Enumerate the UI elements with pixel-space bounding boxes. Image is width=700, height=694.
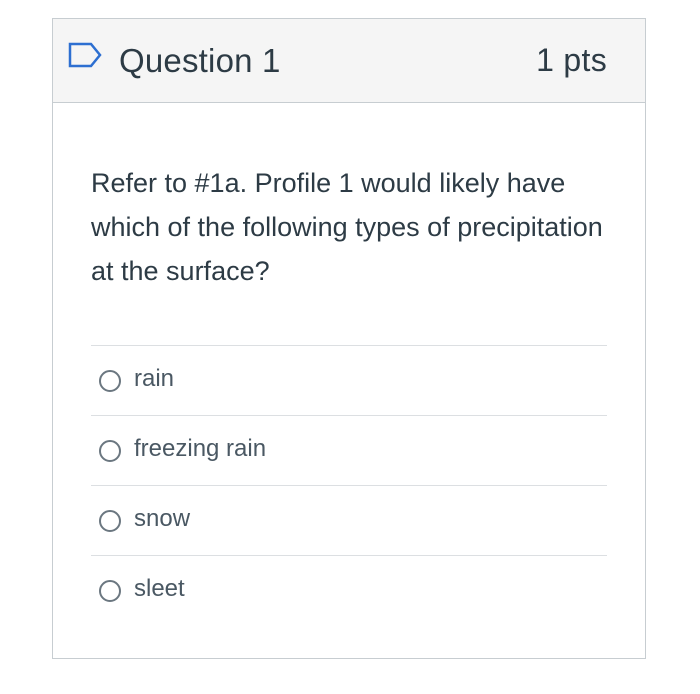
answer-list: rain freezing rain snow sleet [91,345,607,626]
answer-option-snow[interactable]: snow [91,486,607,556]
radio-button[interactable] [99,580,121,602]
answer-option-rain[interactable]: rain [91,346,607,416]
question-points: 1 pts [536,42,607,78]
question-card: Question 1 1 pts Refer to #1a. Profile 1… [52,18,646,659]
answer-label[interactable]: freezing rain [134,435,266,463]
answer-option-freezing-rain[interactable]: freezing rain [91,416,607,486]
radio-button[interactable] [99,369,121,392]
radio-button[interactable] [99,509,121,532]
question-header: Question 1 1 pts [53,19,645,103]
answer-label[interactable]: sleet [134,575,185,603]
answer-label[interactable]: rain [134,365,174,393]
answer-label[interactable]: snow [134,505,190,533]
answer-option-sleet[interactable]: sleet [91,556,607,626]
question-body: Refer to #1a. Profile 1 would likely hav… [53,103,645,626]
flag-icon[interactable] [67,41,103,69]
radio-button[interactable] [99,439,121,462]
question-title: Question 1 [119,41,281,79]
question-text: Refer to #1a. Profile 1 would likely hav… [91,168,603,286]
